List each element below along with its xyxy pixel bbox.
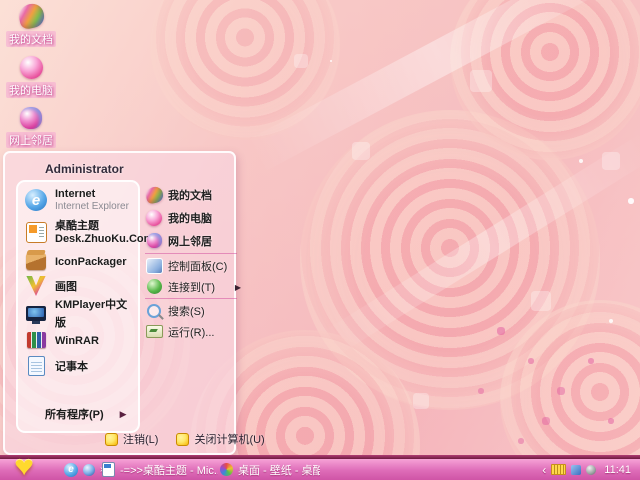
desktop-icon-list: 我的文档 我的电脑 网上邻居 [0,1,62,157]
log-off-icon [105,432,118,446]
task-button-wallpaper[interactable]: 桌面 - 壁纸 - 桌酷壁... [216,460,324,479]
search-icon [147,303,161,318]
menu-item-my-computer[interactable]: 我的电脑 [145,206,237,229]
menu-item-title: WinRAR [55,334,99,347]
menu-item-network-places[interactable]: 网上邻居 [145,229,237,252]
task-button-zhuoku-theme[interactable]: -=>>桌酷主题 - Mic... [98,460,222,479]
menu-item-title: KMPlayer中文版 [55,298,128,329]
internet-explorer-icon: e [25,189,47,212]
start-menu-bottom-bar: 注销(L) 关闭计算机(U) [105,431,265,447]
menu-item-label: 我的电脑 [168,212,212,225]
winrar-icon [26,332,46,348]
control-panel-icon [145,257,163,274]
droplets [500,330,502,332]
menu-item-my-documents[interactable]: 我的文档 [144,183,237,206]
menu-item-internet[interactable]: e Internet Internet Explorer [23,188,136,212]
turn-off-label: 关闭计算机(U) [194,434,265,446]
my-documents-icon [144,184,164,205]
menu-separator [145,253,237,254]
menu-item-control-panel[interactable]: 控制面板(C) [145,255,237,276]
start-menu: Administrator e Internet Internet Explor… [3,151,265,455]
menu-item-label: 控制面板(C) [168,260,228,273]
all-programs-label: 所有程序(P) [45,409,104,421]
desktop-icon-network-places[interactable]: 网上邻居 [0,107,62,148]
menu-item-title: IconPackager [55,255,127,268]
menu-item-label: 网上邻居 [168,235,212,248]
desktop-icon-label: 我的文档 [6,31,56,47]
menu-item-run[interactable]: 运行(R)... [145,321,237,342]
sparkles [330,60,332,62]
menu-item-iconpackager[interactable]: IconPackager [23,250,136,272]
start-menu-user-name: Administrator [45,162,124,176]
menu-item-zhuoku-theme[interactable]: 桌酷主题 Desk.ZhuoKu.Com [23,220,153,245]
desktop-icon-my-documents[interactable]: 我的文档 [0,1,62,47]
taskbar-bar: ♥ e » -=>>桌酷主题 - Mic... 桌面 - 壁纸 - 桌酷壁...… [0,453,640,480]
network-places-icon [146,233,162,248]
bokeh [360,150,362,152]
my-documents-icon [16,1,46,31]
desktop-screen: 我的文档 我的电脑 网上邻居 Administrator e Internet … [0,0,640,480]
menu-item-search[interactable]: 搜索(S) [145,300,237,321]
taskbar: ♥ e » -=>>桌酷主题 - Mic... 桌面 - 壁纸 - 桌酷壁...… [0,453,640,480]
quick-launch-ie-icon[interactable]: e [64,462,78,477]
start-menu-left-panel: e Internet Internet Explorer 桌酷主题 Desk.Z… [16,180,153,433]
tray-collapse-icon[interactable]: ‹ [542,463,546,477]
menu-item-label: 搜索(S) [168,305,205,318]
ie-page-icon [102,462,115,477]
log-off-label: 注销(L) [123,434,159,446]
log-off-button[interactable]: 注销(L) [105,431,158,447]
submenu-arrow-icon: ▶ [234,283,241,292]
zhuoku-theme-icon [25,222,47,244]
menu-item-label: 连接到(T) [168,281,216,294]
my-computer-icon [146,209,162,226]
messenger-tray-icon[interactable] [571,464,582,475]
input-method-tray-icon[interactable] [551,464,567,475]
kmplayer-icon [26,305,46,324]
menu-item-label: 我的文档 [168,189,212,202]
network-places-icon [20,107,42,129]
task-button-label: 桌面 - 壁纸 - 桌酷壁... [238,464,320,477]
turn-off-icon [176,432,190,446]
turn-off-computer-button[interactable]: 关闭计算机(U) [176,431,265,447]
quick-launch-app-icon[interactable] [83,463,95,476]
desktop-icon-label: 网上邻居 [6,132,56,148]
menu-item-winrar[interactable]: WinRAR [23,329,136,351]
menu-item-connect-to[interactable]: 连接到(T) ▶ [145,276,241,297]
start-button[interactable]: ♥ [14,453,34,480]
wallpaper-window-icon [220,463,233,476]
menu-separator [145,298,237,299]
menu-item-subtitle: Internet Explorer [55,200,129,212]
desktop-icon-my-computer[interactable]: 我的电脑 [0,56,62,98]
all-programs-button[interactable]: 所有程序(P) ▶ [18,403,138,425]
run-icon [145,325,163,338]
tray-clock[interactable]: 11:41 [604,464,631,476]
iconpackager-icon [26,252,46,270]
connect-to-icon [146,279,162,294]
all-programs-arrow-icon: ▶ [119,408,127,419]
system-tray: ‹ 11:41 [542,459,640,480]
desktop-icon-label: 我的电脑 [6,82,56,98]
menu-item-title: 画图 [55,280,77,293]
task-button-label: -=>>桌酷主题 - Mic... [120,464,218,477]
menu-item-title: 记事本 [55,360,88,373]
menu-item-kmplayer[interactable]: KMPlayer中文版 [23,299,136,329]
notepad-icon [27,356,45,376]
my-computer-icon [19,56,43,79]
paint-icon [26,276,46,296]
menu-item-label: 运行(R)... [168,326,215,339]
menu-item-notepad[interactable]: 记事本 [23,355,136,377]
start-menu-right-panel: 我的文档 我的电脑 网上邻居 控制面板(C) 连接到(T) ▶ 搜索(S) 运行… [144,183,241,342]
volume-tray-icon[interactable] [586,464,597,475]
